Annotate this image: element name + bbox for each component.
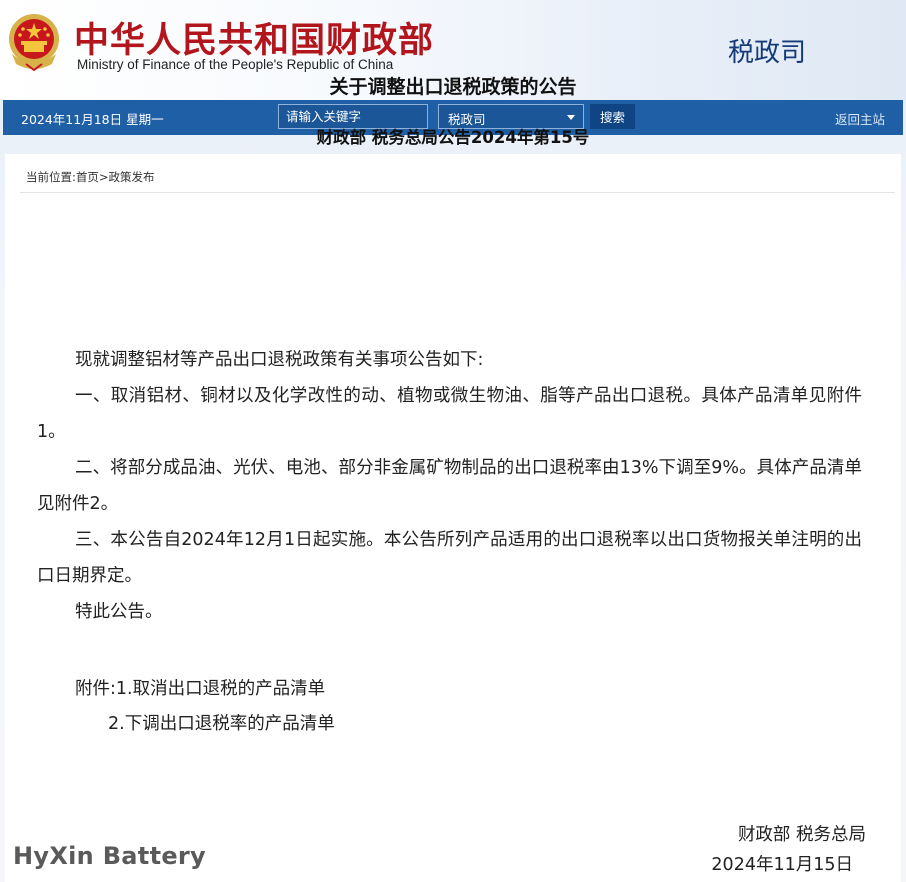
breadcrumb: 当前位置:首页>政策发布 bbox=[26, 169, 155, 185]
attachment-item: 2.下调出口退税率的产品清单 bbox=[75, 707, 335, 742]
article-paragraph: 三、本公告自2024年12月1日起实施。本公告所列产品适用的出口退税率以出口货物… bbox=[37, 530, 862, 586]
attachment-link-1[interactable]: 1.取消出口退税的产品清单 bbox=[116, 679, 325, 699]
chevron-down-icon bbox=[567, 115, 575, 120]
site-title-en: Ministry of Finance of the People's Repu… bbox=[77, 57, 394, 72]
article-signer: 财政部 税务总局 bbox=[737, 825, 866, 845]
article-paragraph: 一、取消铝材、铜材以及化学改性的动、植物或微生物油、脂等产品出口退税。具体产品清… bbox=[37, 386, 862, 442]
attachments: 附件:1.取消出口退税的产品清单 2.下调出口退税率的产品清单 bbox=[75, 672, 335, 742]
article-body: 现就调整铝材等产品出口退税政策有关事项公告如下: 一、取消铝材、铜材以及化学改性… bbox=[37, 342, 862, 630]
breadcrumb-label: 当前位置: bbox=[26, 170, 76, 184]
article-paragraph: 二、将部分成品油、光伏、电池、部分非金属矿物制品的出口退税率由13%下调至9%。… bbox=[37, 458, 862, 514]
breadcrumb-current[interactable]: 政策发布 bbox=[109, 170, 155, 184]
article-title: 关于调整出口退税政策的公告 bbox=[329, 76, 577, 98]
attachments-label: 附件: bbox=[75, 679, 116, 699]
breadcrumb-home[interactable]: 首页 bbox=[76, 170, 99, 184]
article-subtitle: 财政部 税务总局公告2024年第15号 bbox=[316, 128, 590, 147]
article-paragraph: 特此公告。 bbox=[75, 602, 163, 622]
article-date: 2024年11月15日 bbox=[711, 855, 853, 875]
attachment-link-2[interactable]: 2.下调出口退税率的产品清单 bbox=[108, 714, 335, 734]
watermark: HyXin Battery bbox=[13, 842, 206, 870]
department-title: 税政司 bbox=[728, 38, 807, 68]
breadcrumb-divider bbox=[20, 192, 895, 193]
attachment-item: 附件:1.取消出口退税的产品清单 bbox=[75, 672, 335, 707]
national-emblem-icon bbox=[9, 14, 59, 72]
article-paragraph: 现就调整铝材等产品出口退税政策有关事项公告如下: bbox=[75, 350, 484, 370]
site-title-cn[interactable]: 中华人民共和国财政部 bbox=[74, 12, 434, 63]
breadcrumb-separator: > bbox=[98, 170, 109, 184]
